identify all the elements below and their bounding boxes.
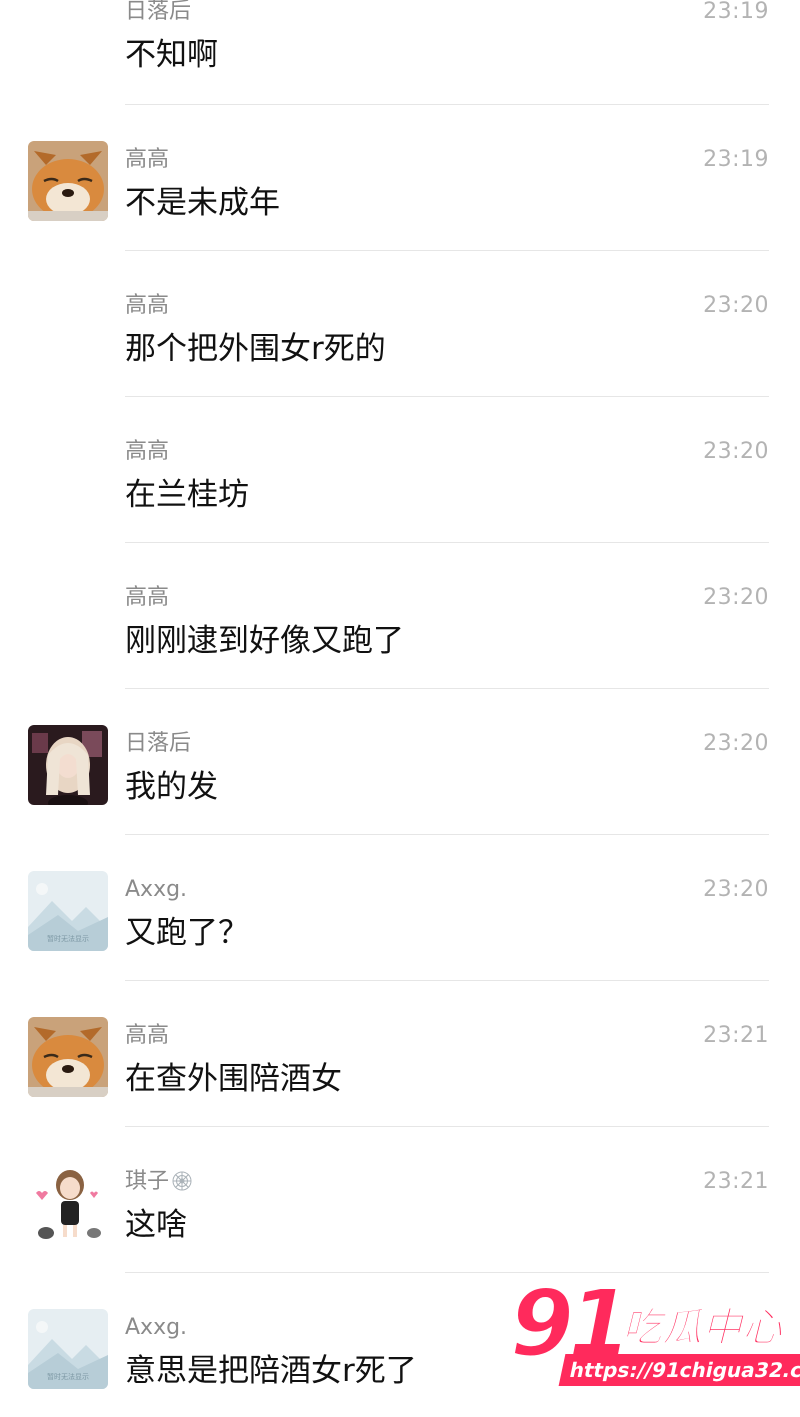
watermark-name: 吃瓜中心: [622, 1305, 783, 1352]
sender-name: 高高: [125, 585, 170, 610]
message-text: 在兰桂坊: [125, 477, 249, 513]
sender-name-text: 琪子: [125, 1169, 170, 1194]
sender-name: 高高: [125, 1023, 170, 1048]
message-time: 23:19: [703, 0, 769, 24]
message-time: 23:19: [703, 147, 769, 172]
cartoon-girl-avatar[interactable]: [28, 1163, 108, 1243]
message-text: 这啥: [125, 1207, 187, 1243]
list-item[interactable]: 高高 23:20 刚刚逮到好像又跑了: [0, 543, 800, 689]
message-text: 刚刚逮到好像又跑了: [125, 623, 404, 659]
girl-photo-avatar[interactable]: [28, 725, 108, 805]
sender-name: 日落后: [125, 0, 192, 24]
message-text: 在查外围陪酒女: [125, 1061, 342, 1097]
sender-name: Axxg.: [125, 877, 188, 902]
message-time: 23:20: [703, 585, 769, 610]
sender-name: 日落后: [125, 731, 192, 756]
sender-name: 高高: [125, 147, 170, 172]
spider-web-badge-icon: [171, 1170, 193, 1192]
message-time: 23:21: [703, 1169, 769, 1194]
message-time: 23:20: [703, 877, 769, 902]
message-time: 23:20: [703, 731, 769, 756]
placeholder-landscape-avatar[interactable]: 暂时无法显示: [28, 871, 108, 951]
list-item[interactable]: 高高 23:20 那个把外围女r死的: [0, 251, 800, 397]
sender-name: 高高: [125, 439, 170, 464]
message-text: 意思是把陪酒女r死了: [125, 1353, 417, 1389]
watermark-url: https://91chigua32.com: [558, 1354, 800, 1386]
message-time: 23:20: [703, 439, 769, 464]
message-text: 不知啊: [125, 37, 218, 73]
message-text: 又跑了？: [125, 915, 249, 951]
list-item[interactable]: 暂时无法显示 Axxg. 23:20 又跑了？: [0, 835, 800, 981]
list-item[interactable]: 高高 23:20 在兰桂坊: [0, 397, 800, 543]
list-item[interactable]: 高高 23:19 不是未成年: [0, 105, 800, 251]
list-item[interactable]: 日落后 23:19 不知啊: [0, 0, 800, 105]
sender-name: 琪子: [125, 1167, 193, 1197]
list-item[interactable]: 日落后 23:20 我的发: [0, 689, 800, 835]
message-time: 23:21: [703, 1023, 769, 1048]
message-text: 那个把外围女r死的: [125, 331, 386, 367]
list-item[interactable]: 高高 23:21 在查外围陪酒女: [0, 981, 800, 1127]
list-item[interactable]: 琪子 23:21 这啥: [0, 1127, 800, 1273]
message-time: 23:20: [703, 293, 769, 318]
placeholder-caption: 暂时无法显示: [47, 1372, 89, 1381]
shiba-dog-avatar[interactable]: [28, 141, 108, 221]
site-watermark: 91 吃瓜中心 https://91chigua32.com: [509, 1277, 800, 1388]
sender-name: 高高: [125, 293, 170, 318]
shiba-dog-avatar[interactable]: [28, 1017, 108, 1097]
sender-name: Axxg.: [125, 1315, 188, 1340]
message-text: 我的发: [125, 769, 218, 805]
placeholder-landscape-avatar[interactable]: 暂时无法显示: [28, 1309, 108, 1389]
placeholder-caption: 暂时无法显示: [47, 934, 89, 943]
message-text: 不是未成年: [125, 185, 280, 221]
